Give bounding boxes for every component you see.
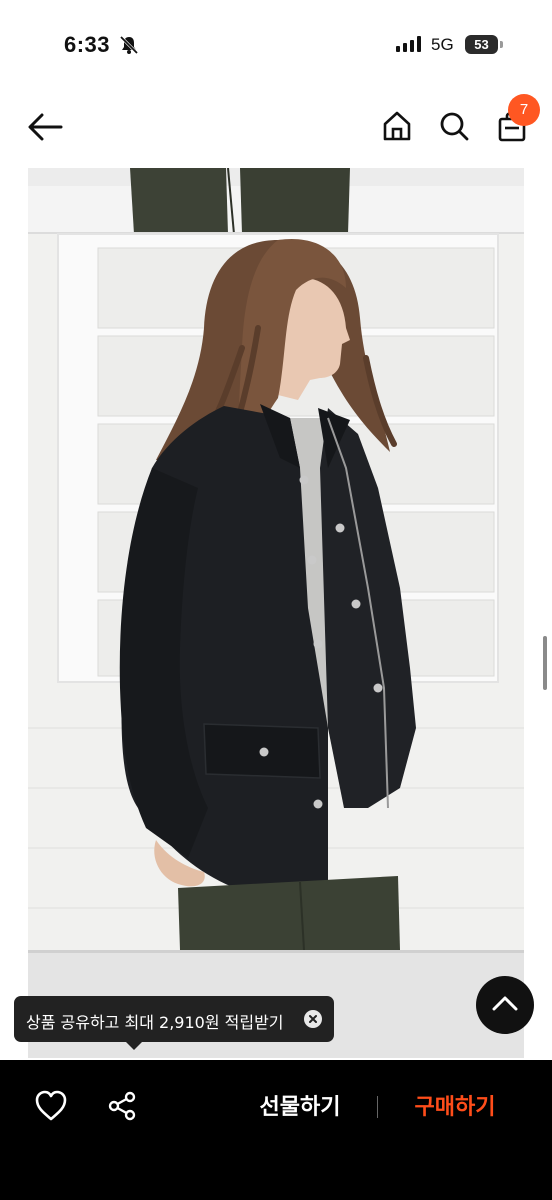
toast-pointer	[124, 1040, 144, 1050]
home-icon[interactable]	[378, 106, 416, 146]
divider	[377, 1096, 378, 1118]
status-bar: 6:33 5G 53	[0, 0, 552, 90]
scroll-to-top-button[interactable]	[476, 976, 534, 1034]
battery-tip	[500, 41, 503, 48]
toast-message: 상품 공유하고 최대 2,910원 적립받기	[26, 1013, 284, 1032]
bell-muted-icon	[118, 34, 140, 60]
heart-icon[interactable]	[34, 1090, 72, 1126]
chevron-up-icon	[492, 995, 518, 1015]
share-icon[interactable]	[106, 1090, 142, 1126]
bottom-action-bar: 선물하기 구매하기	[0, 1060, 552, 1200]
status-time: 6:33	[64, 32, 111, 57]
share-reward-toast[interactable]: 상품 공유하고 최대 2,910원 적립받기	[14, 996, 334, 1050]
signal-icon	[396, 36, 424, 56]
back-arrow-icon[interactable]	[24, 108, 66, 146]
top-navigation	[0, 96, 552, 160]
search-icon[interactable]	[434, 106, 474, 146]
cart-count-badge: 7	[508, 94, 540, 126]
scrollbar[interactable]	[543, 636, 547, 690]
network-type: 5G	[431, 35, 454, 54]
battery-icon: 53	[465, 35, 498, 54]
product-image[interactable]	[28, 168, 524, 1058]
gift-button[interactable]: 선물하기	[240, 1090, 360, 1126]
buy-button[interactable]: 구매하기	[395, 1090, 515, 1126]
close-icon[interactable]	[304, 1010, 322, 1028]
